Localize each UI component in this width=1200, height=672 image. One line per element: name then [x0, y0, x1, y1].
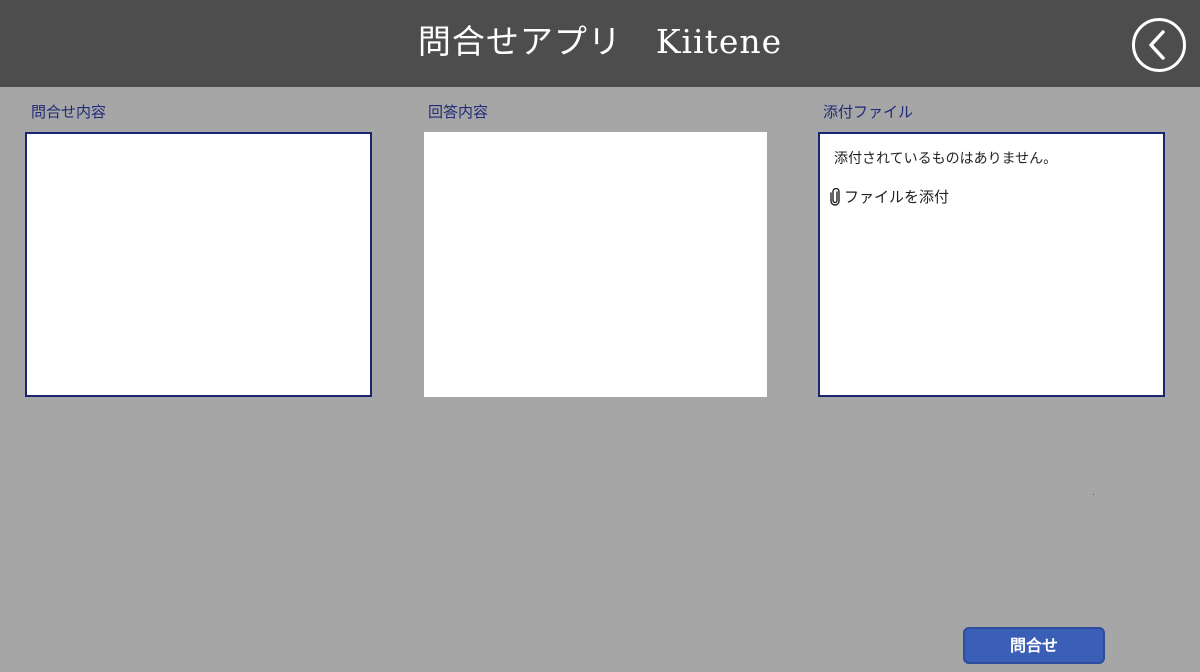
app-header: 問合せアプリ Kiitene	[0, 0, 1200, 87]
attachments-box: 添付されているものはありません。 ファイルを添付	[818, 132, 1165, 397]
attachments-label: 添付ファイル	[823, 103, 914, 121]
inquiry-textarea[interactable]	[25, 132, 372, 397]
answer-display	[424, 132, 767, 397]
add-attachment-label: ファイルを添付	[844, 188, 950, 206]
chevron-left-circle-icon	[1132, 18, 1186, 72]
inquiry-label: 問合せ内容	[31, 103, 107, 121]
paperclip-icon	[830, 187, 840, 206]
app-title: 問合せアプリ Kiitene	[417, 22, 783, 61]
no-attachments-text: 添付されているものはありません。	[834, 151, 1058, 167]
back-button[interactable]	[1131, 17, 1187, 73]
stray-dot	[1093, 494, 1094, 495]
add-attachment-button[interactable]: ファイルを添付	[828, 186, 949, 207]
submit-inquiry-button[interactable]: 問合せ	[963, 627, 1105, 664]
answer-label: 回答内容	[428, 103, 489, 121]
